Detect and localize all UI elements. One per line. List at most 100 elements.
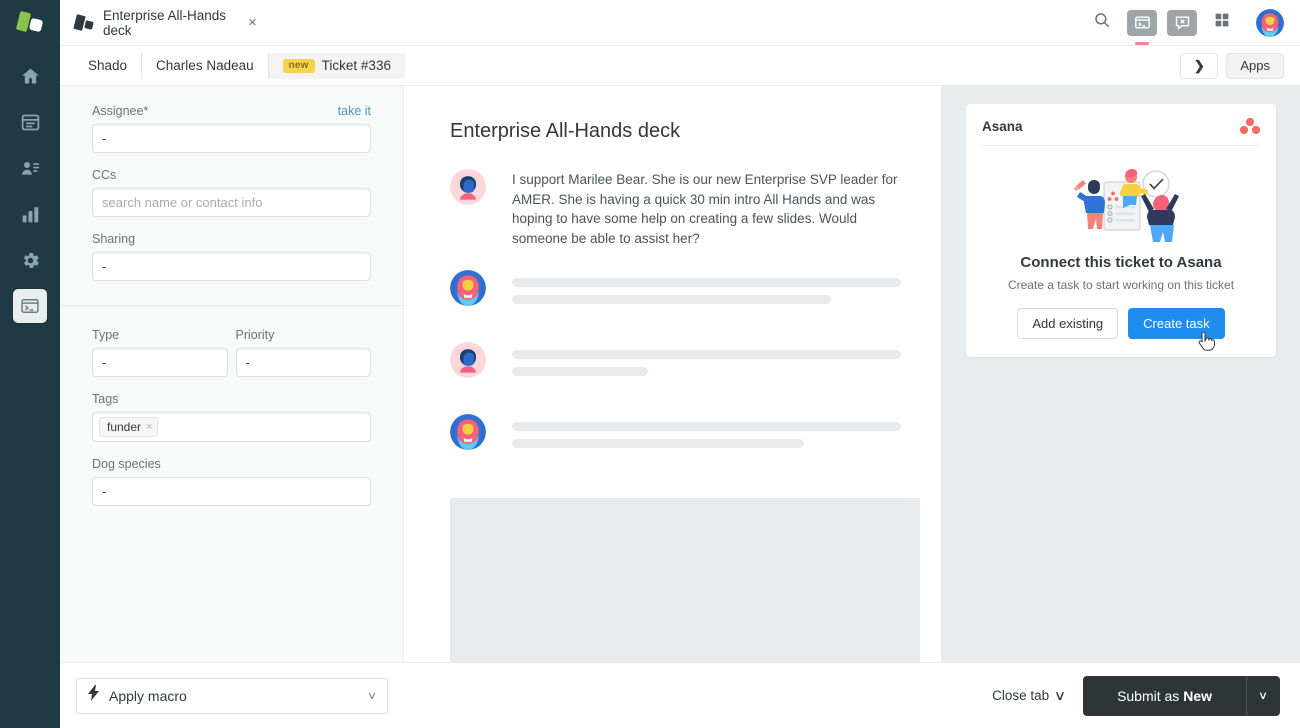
chat-dismiss-icon <box>1167 10 1197 36</box>
sidebar-item-home[interactable] <box>13 59 47 93</box>
ticket-properties-panel: Assignee* take it - CCs search name or c… <box>60 86 404 662</box>
type-priority-row: Type - Priority - <box>92 328 371 392</box>
sharing-input[interactable]: - <box>92 252 371 281</box>
breadcrumb-item-user[interactable]: Charles Nadeau <box>142 53 269 79</box>
grid-apps-icon <box>1213 11 1231 34</box>
breadcrumb-item-brand[interactable]: Shado <box>74 53 142 79</box>
apps-panel: Asana <box>942 86 1300 662</box>
views-icon <box>20 112 41 133</box>
breadcrumb-label: Shado <box>88 58 127 73</box>
sharing-label: Sharing <box>92 232 371 246</box>
tag-chip[interactable]: funder × <box>99 417 158 437</box>
ticket-tab[interactable]: Enterprise All-Hands deck × <box>60 0 273 45</box>
chevron-down-icon: ∨ <box>368 689 376 702</box>
redacted-line <box>512 350 901 359</box>
search-button[interactable] <box>1082 0 1122 46</box>
submit-dropdown-button[interactable]: ∨ <box>1246 676 1280 716</box>
remove-tag-icon[interactable]: × <box>146 421 152 433</box>
chevron-right-icon: ❯ <box>1194 58 1205 74</box>
expand-panel-button[interactable]: ❯ <box>1180 53 1218 79</box>
zendesk-logo[interactable] <box>0 0 60 46</box>
ccs-label-text: CCs <box>92 168 116 182</box>
tab-bar-filler <box>273 0 1082 45</box>
conversation-panel: Enterprise All-Hands deck <box>404 86 942 662</box>
ccs-input[interactable]: search name or contact info <box>92 188 371 217</box>
ccs-label: CCs <box>92 168 371 182</box>
comment-item <box>450 342 901 384</box>
breadcrumb-label: Charles Nadeau <box>156 58 254 73</box>
tags-input[interactable]: funder × <box>92 412 371 442</box>
apps-button-label: Apps <box>1240 58 1270 73</box>
main-region: Enterprise All-Hands deck × <box>60 0 1300 728</box>
asana-card-actions: Add existing Create task <box>982 308 1260 339</box>
dog-species-label-text: Dog species <box>92 457 161 471</box>
comment-body <box>512 342 901 384</box>
submit-button[interactable]: Submit as New <box>1083 676 1246 716</box>
dog-species-field: Dog species - <box>92 457 371 506</box>
chevron-down-icon: ∨ <box>1258 689 1268 702</box>
divider <box>982 145 1260 146</box>
sidebar-item-console[interactable] <box>13 289 47 323</box>
avatar <box>450 270 486 306</box>
close-icon[interactable]: × <box>244 13 261 32</box>
tags-label: Tags <box>92 392 371 406</box>
close-tab-button[interactable]: Close tab ∨ <box>992 688 1065 704</box>
divider <box>60 305 403 306</box>
asana-card-header: Asana <box>982 118 1260 134</box>
sharing-label-text: Sharing <box>92 232 135 246</box>
sidebar-item-reporting[interactable] <box>13 197 47 231</box>
priority-label-text: Priority <box>236 328 275 342</box>
ticket-body: Assignee* take it - CCs search name or c… <box>60 86 1300 662</box>
submit-button-group: Submit as New ∨ <box>1083 676 1280 716</box>
top-tab-bar: Enterprise All-Hands deck × <box>60 0 1300 46</box>
console-button[interactable] <box>1122 0 1162 46</box>
redacted-line <box>512 367 648 376</box>
dog-species-input[interactable]: - <box>92 477 371 506</box>
close-tab-label: Close tab <box>992 688 1049 703</box>
pointer-hand-cursor <box>1198 332 1216 352</box>
type-input[interactable]: - <box>92 348 228 377</box>
left-nav-rail <box>0 0 60 728</box>
priority-input[interactable]: - <box>236 348 372 377</box>
type-field: Type - <box>92 328 228 377</box>
page-title: Enterprise All-Hands deck <box>450 120 901 143</box>
redacted-line <box>512 439 804 448</box>
notification-indicator <box>1135 42 1149 45</box>
sidebar-item-views[interactable] <box>13 105 47 139</box>
priority-field: Priority - <box>236 328 372 377</box>
take-it-link[interactable]: take it <box>338 104 371 118</box>
breadcrumb-item-ticket[interactable]: new Ticket #336 <box>269 53 405 79</box>
asana-subheading: Create a task to start working on this t… <box>982 278 1260 292</box>
apps-button[interactable]: Apps <box>1226 53 1284 79</box>
sidebar-item-customers[interactable] <box>13 151 47 185</box>
priority-label: Priority <box>236 328 372 342</box>
redacted-line <box>512 278 901 287</box>
add-existing-button[interactable]: Add existing <box>1017 308 1118 339</box>
avatar[interactable] <box>1256 9 1284 37</box>
apply-macro-label: Apply macro <box>109 688 359 704</box>
comment-item <box>450 414 901 456</box>
tags-field: Tags funder × <box>92 392 371 442</box>
avatar <box>450 169 486 205</box>
comment-item <box>450 270 901 312</box>
conversation-scroll[interactable]: Enterprise All-Hands deck <box>404 86 941 662</box>
assignee-input[interactable]: - <box>92 124 371 153</box>
search-icon <box>1093 11 1111 34</box>
ticket-icon <box>74 15 94 30</box>
assignee-label-row: Assignee* take it <box>92 104 371 118</box>
ccs-field: CCs search name or contact info <box>92 168 371 217</box>
apply-macro-dropdown[interactable]: Apply macro ∨ <box>76 678 388 714</box>
zendesk-agent-workspace: Enterprise All-Hands deck × <box>0 0 1300 728</box>
comment-text: I support Marilee Bear. She is our new E… <box>512 170 901 248</box>
footer-actions: Close tab ∨ Submit as New ∨ <box>992 676 1280 716</box>
apps-grid-button[interactable] <box>1202 0 1242 46</box>
status-badge: new <box>283 59 315 73</box>
assignee-field: Assignee* take it - <box>92 104 371 153</box>
asana-title: Asana <box>982 119 1023 134</box>
comment-body: I support Marilee Bear. She is our new E… <box>512 169 901 248</box>
asana-app-card: Asana <box>966 104 1276 357</box>
chat-button[interactable] <box>1162 0 1202 46</box>
breadcrumb: Shado Charles Nadeau new Ticket #336 <box>74 53 405 79</box>
sidebar-item-admin[interactable] <box>13 243 47 277</box>
bar-chart-icon <box>20 204 41 225</box>
